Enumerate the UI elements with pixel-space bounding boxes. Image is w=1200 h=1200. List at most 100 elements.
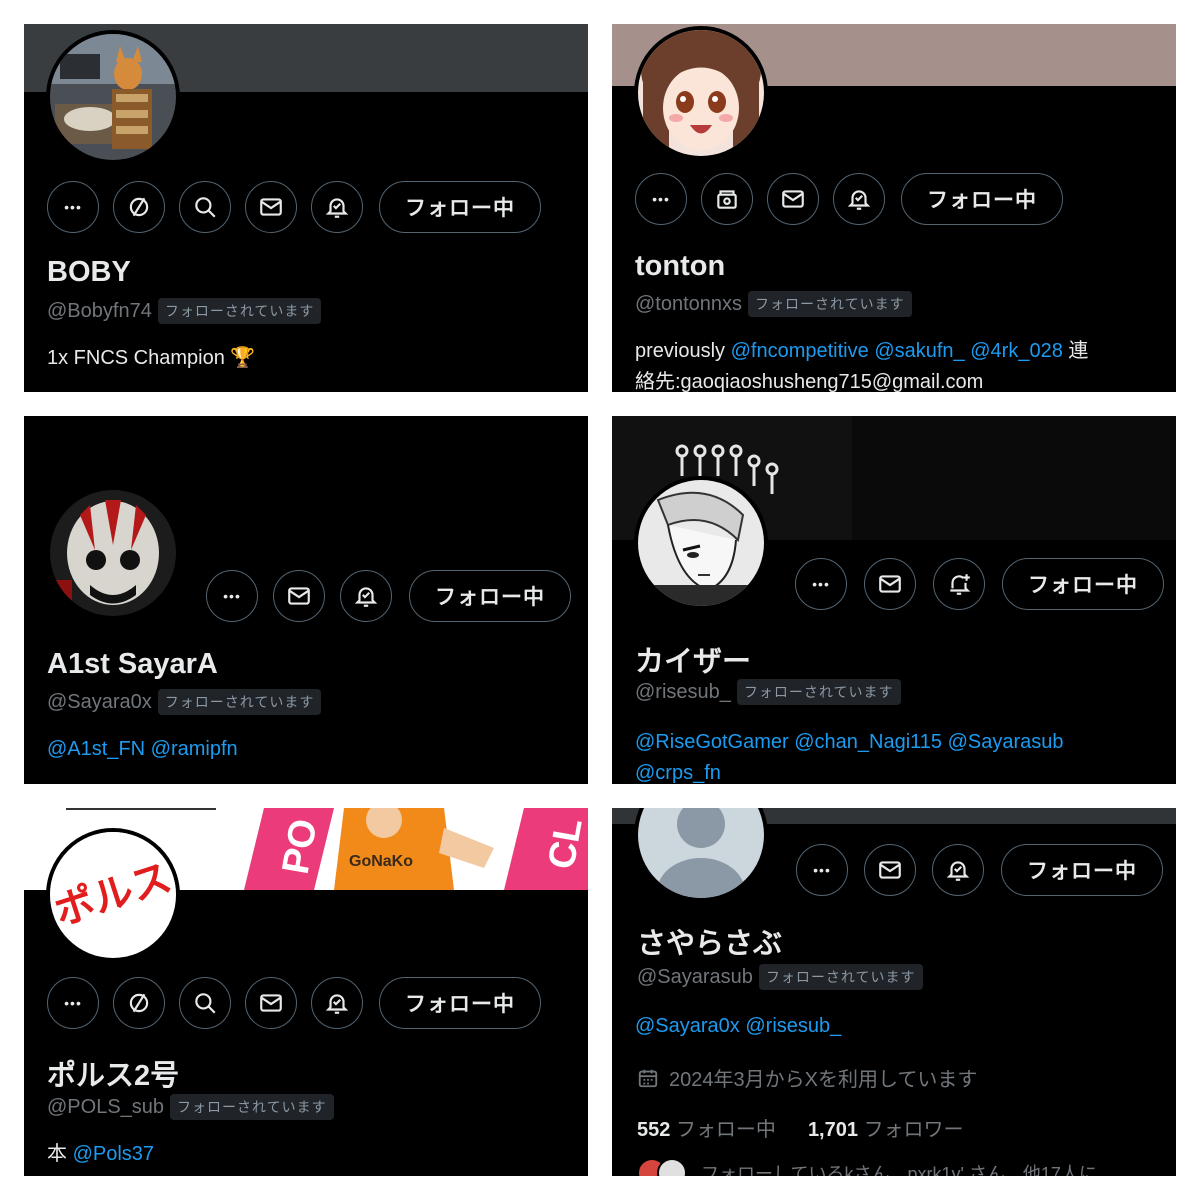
notifications-button[interactable] — [311, 977, 363, 1029]
following-button[interactable]: フォロー中 — [901, 173, 1063, 225]
following-button[interactable]: フォロー中 — [379, 977, 541, 1029]
follows-you-badge: フォローされています — [758, 964, 923, 990]
profile-avatar[interactable] — [46, 486, 180, 620]
profile-card-pols2: PO GoNaKo CL ポルス ••• フォロー中 ポルス2号 @POLS_s… — [24, 808, 588, 1176]
profile-avatar[interactable] — [634, 26, 768, 160]
more-button[interactable]: ••• — [206, 570, 258, 622]
subscribe-button[interactable] — [701, 173, 753, 225]
search-icon — [195, 197, 216, 218]
bio: 1x FNCS Champion 🏆 — [47, 347, 256, 369]
message-button[interactable] — [864, 844, 916, 896]
follows-you-badge: フォローされています — [157, 298, 322, 324]
notifications-button[interactable] — [311, 181, 363, 233]
following-button[interactable]: フォロー中 — [1001, 844, 1163, 896]
message-button[interactable] — [864, 558, 916, 610]
banner-shirt-text: GoNaKo — [349, 853, 413, 870]
display-name: さやらさぶ — [637, 928, 783, 960]
bio-mention[interactable]: @Pols37 — [73, 1143, 154, 1165]
username: @tontonnxs — [635, 292, 743, 315]
more-icon: ••• — [64, 199, 82, 215]
message-button[interactable] — [245, 181, 297, 233]
message-icon — [260, 994, 282, 1012]
bio-mention[interactable]: @chan_Nagi115 — [794, 731, 942, 753]
username: @Sayarasub — [637, 965, 753, 988]
bio-mention[interactable]: @crps_fn — [635, 758, 1064, 784]
bio-mention[interactable]: @ramipfn — [151, 738, 238, 760]
message-icon — [879, 575, 901, 593]
username: @risesub_ — [635, 680, 731, 703]
profile-card-tonton: ••• フォロー中 tonton @tontonnxs フォローされています p… — [612, 24, 1176, 392]
more-icon: ••• — [64, 995, 82, 1011]
message-button[interactable] — [767, 173, 819, 225]
notification-bell-icon — [354, 587, 378, 607]
display-name: tonton — [635, 250, 726, 282]
avatar-image-anime-girl — [638, 30, 764, 156]
avatar-image-dog — [50, 34, 176, 160]
following-link[interactable]: 552 フォロー中 — [637, 1113, 776, 1142]
notification-bell-icon — [325, 198, 349, 218]
display-name: カイザー — [635, 646, 752, 678]
more-button[interactable]: ••• — [796, 844, 848, 896]
profile-avatar[interactable] — [46, 30, 180, 164]
search-posts-button[interactable] — [179, 977, 231, 1029]
more-button[interactable]: ••• — [635, 173, 687, 225]
message-button[interactable] — [273, 570, 325, 622]
more-button[interactable]: ••• — [47, 181, 99, 233]
notifications-button[interactable] — [932, 844, 984, 896]
display-name: ポルス2号 — [47, 1060, 180, 1092]
profile-avatar[interactable]: ポルス — [46, 828, 180, 962]
bio-mention[interactable]: @fncompetitive — [731, 340, 869, 362]
message-button[interactable] — [245, 977, 297, 1029]
bio-mention[interactable]: @4rk_028 — [970, 340, 1063, 362]
following-button[interactable]: フォロー中 — [1002, 558, 1164, 610]
more-icon: ••• — [812, 576, 830, 592]
follow-stats: 552 フォロー中 1,701 フォロワー — [637, 1113, 964, 1142]
notifications-button[interactable] — [340, 570, 392, 622]
follower-avatar — [657, 1158, 687, 1176]
bio-mention[interactable]: @A1st_FN — [47, 738, 145, 760]
following-button[interactable]: フォロー中 — [379, 181, 541, 233]
notifications-button[interactable] — [933, 558, 985, 610]
more-button[interactable]: ••• — [47, 977, 99, 1029]
bio: @RiseGotGamer @chan_Nagi115 @Sayarasub @… — [635, 727, 1064, 784]
followed-by[interactable]: フォローしているkさん、pxrk1y' さん、他17人に — [637, 1158, 1097, 1176]
profile-card-a1st-sayara: ••• フォロー中 A1st SayarA @Sayara0x フォローされてい… — [24, 416, 588, 784]
bio-contact: 絡先:gaoqiaoshusheng715@gmail.com — [635, 371, 984, 392]
hide-reposts-button[interactable] — [113, 977, 165, 1029]
bio: @A1st_FN @ramipfn — [47, 734, 238, 765]
more-icon: ••• — [813, 862, 831, 878]
bio: 本 @Pols37 — [47, 1143, 155, 1165]
bio-mention[interactable]: @sakufn_ — [874, 340, 964, 362]
bio-mention[interactable]: @Sayarasub — [948, 731, 1064, 753]
follower-avatar-stack — [637, 1158, 687, 1176]
calendar-icon — [638, 1069, 658, 1087]
notification-bell-add-icon — [950, 574, 971, 595]
username: @Bobyfn74 — [47, 299, 152, 322]
hide-reposts-button[interactable] — [113, 181, 165, 233]
handle-row: @Bobyfn74 フォローされています — [47, 298, 322, 324]
bio-mention[interactable]: @RiseGotGamer — [635, 731, 789, 753]
display-name: A1st SayarA — [47, 648, 218, 680]
following-button[interactable]: フォロー中 — [409, 570, 571, 622]
notification-bell-icon — [325, 994, 349, 1014]
no-retweet-icon — [129, 197, 149, 217]
handle-row: @Sayarasub フォローされています — [637, 964, 923, 990]
message-icon — [260, 198, 282, 216]
handle-row: @tontonnxs フォローされています — [635, 291, 912, 317]
more-button[interactable]: ••• — [795, 558, 847, 610]
username: @Sayara0x — [47, 690, 152, 713]
notification-bell-icon — [946, 861, 970, 881]
followers-count: 1,701 — [807, 1119, 858, 1141]
bio-mention[interactable]: @Sayara0x — [635, 1015, 740, 1037]
profile-avatar[interactable] — [634, 476, 768, 610]
profile-avatar[interactable] — [634, 808, 768, 902]
followers-link[interactable]: 1,701 フォロワー — [808, 1113, 964, 1142]
search-posts-button[interactable] — [179, 181, 231, 233]
profile-card-sayarasub: ••• フォロー中 さやらさぶ @Sayarasub フォローされています @S… — [612, 808, 1176, 1176]
avatar-image-manga-character — [638, 480, 764, 606]
notifications-button[interactable] — [833, 173, 885, 225]
message-icon — [782, 190, 804, 208]
bio-mention[interactable]: @risesub_ — [745, 1015, 841, 1037]
notification-bell-icon — [847, 190, 871, 210]
following-count: 552 — [637, 1119, 671, 1141]
